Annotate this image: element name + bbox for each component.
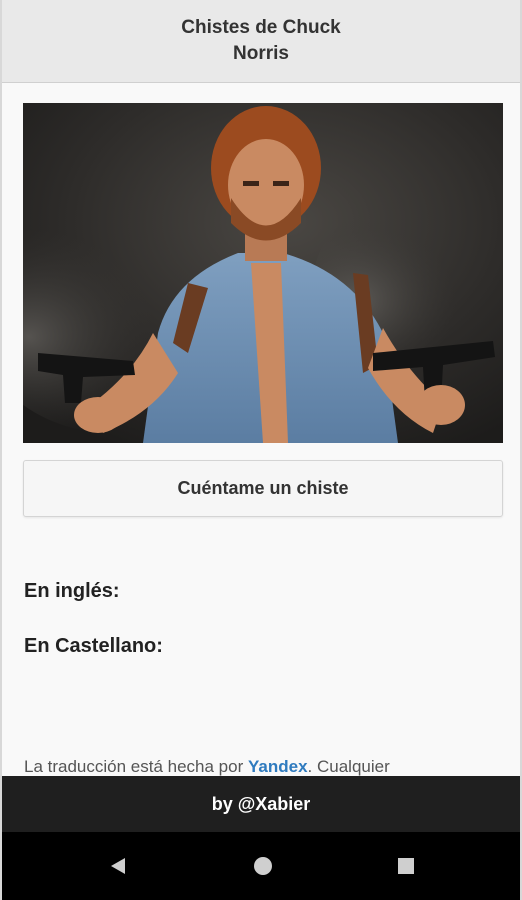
app-screen: Chistes de Chuck Norris Cuéntame un chis… [0, 0, 522, 900]
page-title: Chistes de Chuck Norris [181, 17, 341, 64]
tell-joke-button[interactable]: Cuéntame un chiste [23, 460, 503, 517]
chuck-norris-photo [23, 103, 503, 443]
spanish-label: En Castellano: [24, 635, 163, 657]
system-nav-bar [2, 832, 520, 900]
credit-suffix: . Cualquier [307, 757, 390, 776]
app-header: Chistes de Chuck Norris [2, 0, 520, 83]
footer-bar: by @Xabier [2, 776, 520, 832]
english-label: En inglés: [24, 580, 120, 602]
main-content[interactable]: Cuéntame un chiste En inglés: En Castell… [2, 84, 520, 776]
back-triangle-icon [111, 858, 125, 874]
footer-text: by @Xabier [211, 793, 311, 814]
home-button[interactable] [247, 850, 279, 882]
recents-button[interactable] [390, 850, 422, 882]
yandex-link[interactable]: Yandex [248, 757, 308, 776]
translation-credit: La traducción está hecha por Yandex. Cua… [24, 757, 390, 776]
recents-square-icon [398, 858, 414, 874]
back-button[interactable] [102, 850, 134, 882]
hero-image [23, 103, 503, 443]
credit-prefix: La traducción está hecha por [24, 757, 248, 776]
home-circle-icon [254, 857, 272, 875]
